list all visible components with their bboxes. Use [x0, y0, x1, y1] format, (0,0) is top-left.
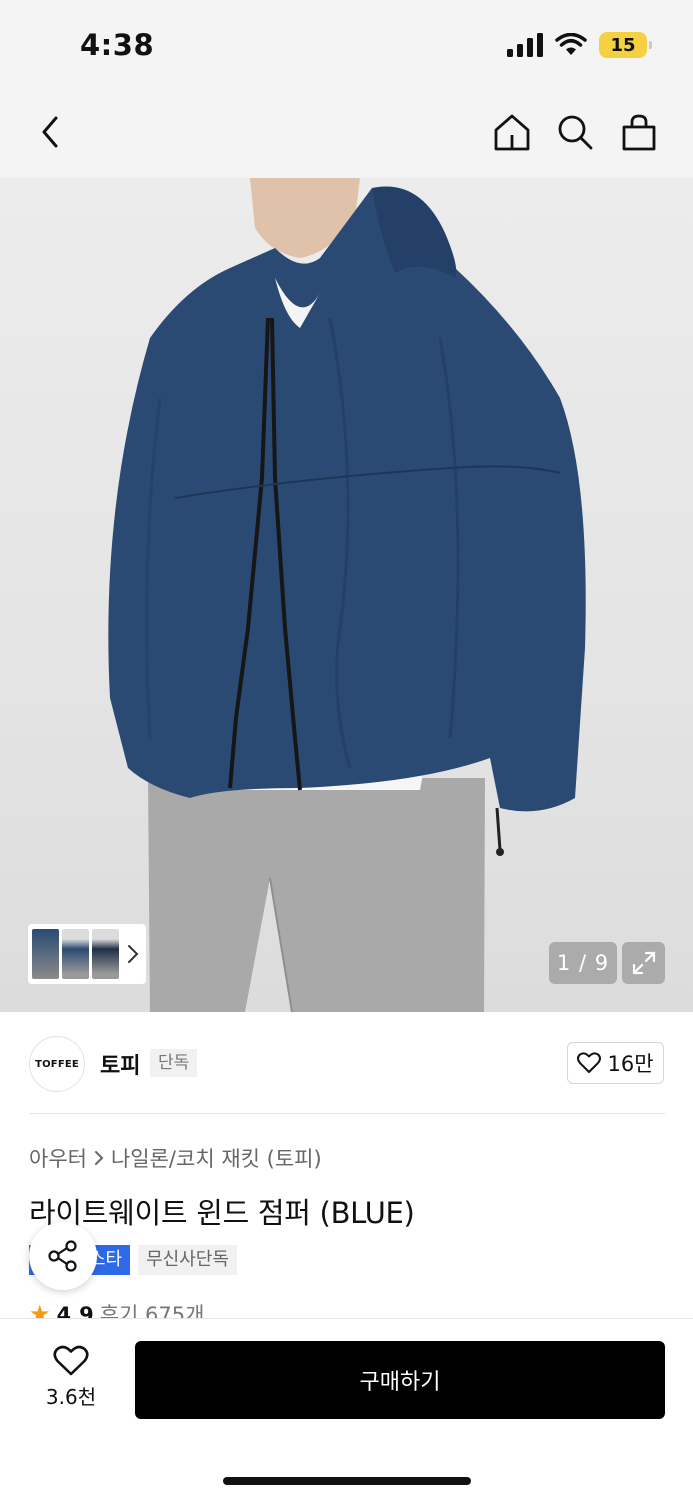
share-icon — [48, 1240, 77, 1272]
chevron-right-icon — [94, 1151, 104, 1165]
product-title: 라이트웨이트 윈드 점퍼 (BLUE) — [29, 1196, 415, 1230]
divider — [29, 1113, 665, 1114]
thumbnail-image[interactable] — [92, 929, 119, 979]
chevron-right-icon — [128, 945, 139, 963]
wifi-icon — [555, 33, 587, 55]
thumbnail-image[interactable] — [62, 929, 89, 979]
expand-icon — [632, 951, 655, 975]
wishlist-button[interactable]: 3.6천 — [36, 1345, 106, 1415]
bottom-action-bar: 3.6천 구매하기 — [0, 1318, 693, 1500]
home-button[interactable] — [488, 108, 536, 156]
status-bar: 4:38 15 — [0, 0, 693, 90]
search-icon — [558, 115, 593, 150]
brand-exclusive-badge: 단독 — [150, 1049, 198, 1077]
thumbnail-image[interactable] — [32, 929, 59, 979]
status-icons: 15 — [507, 32, 652, 58]
product-photo — [108, 178, 586, 1012]
breadcrumb: 아우터 나일론/코치 재킷 (토피) — [29, 1143, 322, 1173]
heart-icon — [577, 1052, 602, 1073]
signal-icon — [507, 33, 543, 57]
home-indicator — [223, 1477, 471, 1485]
rating-row[interactable]: ★ 4.9 후기 675개 — [29, 1300, 204, 1318]
tag-musinsa-exclusive: 무신사단독 — [138, 1245, 237, 1275]
expand-image-button[interactable] — [622, 942, 665, 984]
battery-indicator: 15 — [599, 32, 652, 58]
share-button[interactable] — [29, 1222, 97, 1290]
rating-score: 4.9 — [56, 1303, 94, 1318]
back-button[interactable] — [26, 108, 74, 156]
breadcrumb-category[interactable]: 아우터 — [29, 1143, 87, 1173]
brand-row: TOFFEE 토피 단독 16만 — [0, 1012, 693, 1114]
top-nav-bar — [0, 90, 693, 178]
brand-name[interactable]: 토피 — [100, 1048, 140, 1080]
star-icon: ★ — [29, 1300, 51, 1318]
brand-like-count: 16만 — [607, 1052, 654, 1076]
chevron-left-icon — [42, 116, 58, 148]
heart-icon — [53, 1345, 89, 1376]
review-count: 후기 675개 — [99, 1303, 205, 1318]
home-icon — [494, 114, 530, 151]
cart-button[interactable] — [615, 108, 663, 156]
breadcrumb-subcategory[interactable]: 나일론/코치 재킷 (토피) — [111, 1143, 322, 1173]
product-image-gallery[interactable]: 1 / 9 — [0, 178, 693, 1012]
thumbnail-strip[interactable] — [28, 924, 146, 984]
brand-logo[interactable]: TOFFEE — [29, 1036, 85, 1092]
buy-button[interactable]: 구매하기 — [135, 1341, 665, 1419]
status-time: 4:38 — [80, 28, 155, 62]
shopping-bag-icon — [622, 114, 656, 151]
wishlist-count: 3.6천 — [45, 1385, 97, 1409]
image-page-counter: 1 / 9 — [549, 942, 617, 984]
search-button[interactable] — [551, 108, 599, 156]
brand-like-button[interactable]: 16만 — [567, 1042, 664, 1084]
